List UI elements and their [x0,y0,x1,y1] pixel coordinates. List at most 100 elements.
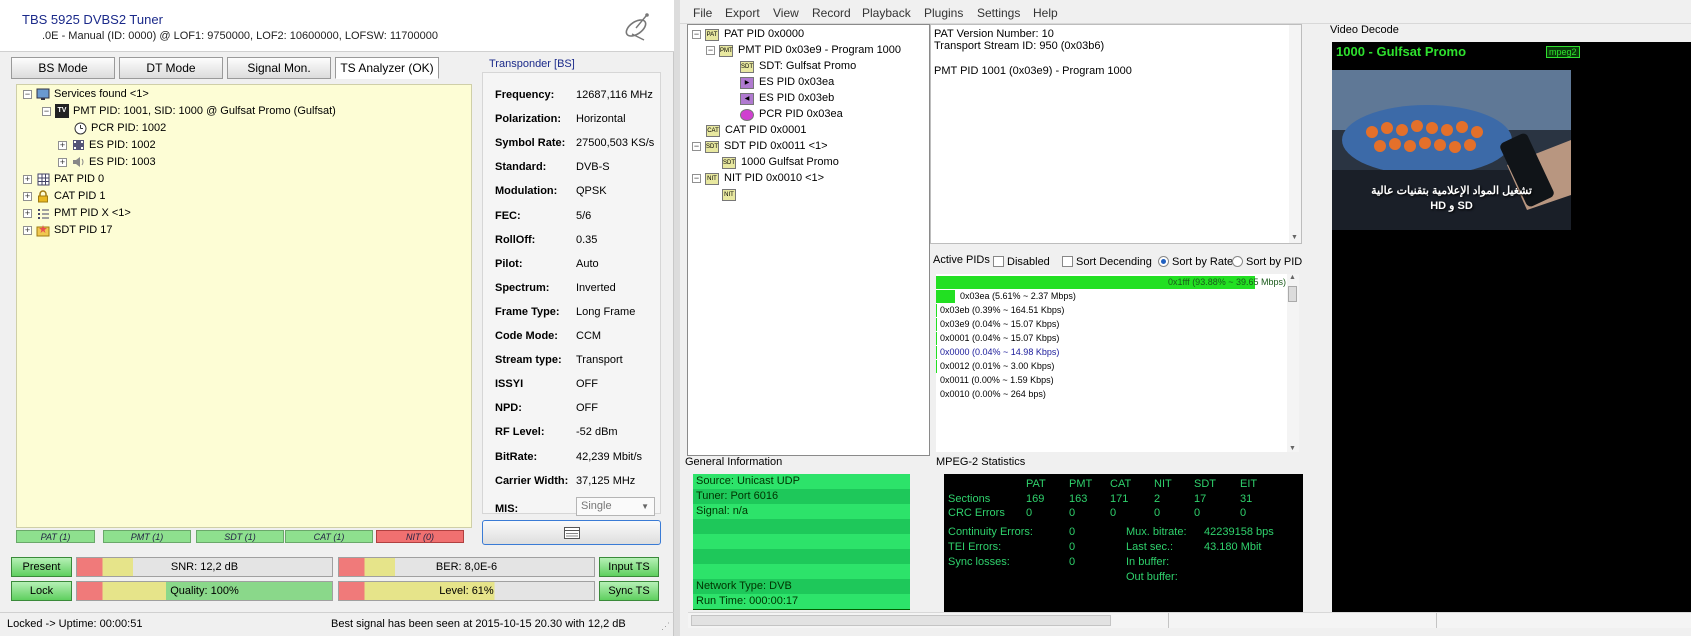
pid-tree-item[interactable]: SDT SDT: Gulfsat Promo [740,59,856,74]
menu-plugins[interactable]: Plugins [924,6,963,20]
menu-file[interactable]: File [693,6,712,20]
active-pid-row[interactable]: 0x0000 (0.04% ~ 14.98 Kbps) [940,346,1059,359]
pid-tree-item[interactable]: ▶ ES PID 0x03ea [740,75,834,90]
pid-tree-item[interactable]: − SDT SDT PID 0x0011 <1> [692,139,828,154]
collapse-icon[interactable]: − [692,142,701,151]
pid-tree-item[interactable]: − PAT PAT PID 0x0000 [692,27,804,42]
menu-view[interactable]: View [773,6,799,20]
tree-item-cat[interactable]: + CAT PID 1 [23,188,106,204]
status-best-signal: Best signal has been seen at 2015-10-15 … [331,618,626,630]
tree-item-services[interactable]: − Services found <1> [23,86,149,102]
scrollbar[interactable]: ▲ ▼ [1287,274,1299,452]
param-value: 42,239 Mbit/s [576,450,643,463]
disabled-checkbox[interactable]: Disabled [993,256,1050,268]
menu-export[interactable]: Export [725,6,760,20]
out-buffer-label: Out buffer: [1126,571,1178,583]
param-value: -52 dBm [576,426,618,439]
collapse-icon[interactable]: − [692,174,701,183]
pcr-label: PCR PID: 1002 [91,122,167,134]
pid-tree-item[interactable]: SDT 1000 Gulfsat Promo [722,155,839,170]
tab-bs-mode[interactable]: BS Mode [11,57,115,79]
active-pid-row[interactable]: 0x03e9 (0.04% ~ 15.07 Kbps) [940,318,1059,331]
expand-icon[interactable]: + [23,225,32,235]
nit-icon: NIT [705,172,719,185]
scrollbar[interactable]: ▼ [1289,25,1301,243]
pid-tree-label: NIT PID 0x0010 <1> [724,172,825,184]
pid-tree-item[interactable]: CAT CAT PID 0x0001 [706,123,807,138]
mpeg-header: PMT [1069,478,1093,490]
general-info-line [693,519,910,534]
pmt-icon: PMT [719,44,733,57]
param-key: BitRate: [495,450,538,463]
param-key: NPD: [495,402,522,415]
tei-label: TEI Errors: [948,541,1002,553]
collapse-icon[interactable]: − [706,46,715,55]
scroll-down-icon[interactable]: ▼ [1291,234,1298,241]
horizontal-scrollbar[interactable] [688,612,1691,628]
param-key: FEC: [495,209,521,222]
mpeg-value: 0 [1154,507,1161,519]
pid-tree-item[interactable]: NIT [722,187,741,202]
menu-record[interactable]: Record [812,6,851,20]
input-ts-button[interactable]: Input TS [599,557,659,577]
collapse-icon[interactable]: − [692,30,701,39]
scroll-thumb[interactable] [1288,286,1297,302]
sync-ts-button[interactable]: Sync TS [599,581,659,601]
pid-tree-item[interactable]: PCR PID 0x03ea [740,107,843,122]
param-key: Polarization: [495,113,562,126]
resize-grip-icon[interactable]: ⋰ [661,621,670,632]
active-pid-row[interactable]: 0x03ea (5.61% ~ 2.37 Mbps) [960,290,1076,303]
tree-item-es1[interactable]: + ES PID: 1002 [58,137,156,153]
panel-toggle-button[interactable] [482,520,661,545]
tab-dt-mode[interactable]: DT Mode [119,57,223,79]
tree-item-pat[interactable]: + PAT PID 0 [23,171,104,187]
menu-playback[interactable]: Playback [862,6,911,20]
active-pid-row[interactable]: 0x0010 (0.00% ~ 264 bps) [940,388,1046,401]
param-row: Standard: DVB-S [495,159,665,175]
active-pid-row[interactable]: 0x1fff (93.88% ~ 39.65 Mbps) [1168,276,1286,289]
menu-help[interactable]: Help [1033,6,1058,20]
lock-button[interactable]: Lock [11,581,72,601]
pid-tree-item[interactable]: − PMT PMT PID 0x03e9 - Program 1000 [706,43,901,58]
pat-info-panel: PAT Version Number: 10 Transport Stream … [930,24,1302,244]
tree-item-pcr[interactable]: PCR PID: 1002 [73,120,166,136]
scroll-up-icon[interactable]: ▲ [1289,274,1296,281]
collapse-icon[interactable]: − [23,89,32,99]
expand-icon[interactable]: + [23,208,32,218]
param-value: CCM [576,330,602,342]
tree-item-es2[interactable]: + ES PID: 1003 [58,154,156,170]
scroll-divider [1168,613,1169,628]
expand-icon[interactable]: + [23,174,32,184]
tree-item-pmt-service[interactable]: − TV PMT PID: 1001, SID: 1000 @ Gulfsat … [42,103,336,119]
menu-settings[interactable]: Settings [977,6,1020,20]
expand-icon[interactable]: + [58,157,67,167]
present-button[interactable]: Present [11,557,72,577]
sort-rate-radio[interactable]: Sort by Rate [1158,256,1233,268]
expand-icon[interactable]: + [23,191,32,201]
active-pid-row[interactable]: 0x0012 (0.01% ~ 3.00 Kbps) [940,360,1054,373]
collapse-icon[interactable]: − [42,106,51,116]
tree-item-sdt[interactable]: + SDT PID 17 [23,222,113,238]
disabled-label: Disabled [1007,256,1050,268]
active-pid-row[interactable]: 0x0001 (0.04% ~ 15.07 Kbps) [940,332,1059,345]
pmt-service-label: PMT PID: 1001, SID: 1000 @ Gulfsat Promo… [73,105,336,117]
tree-item-pmtx[interactable]: + PMT PID X <1> [23,205,131,221]
video-channel-name: 1000 - Gulfsat Promo [1336,44,1467,59]
scroll-down-icon[interactable]: ▼ [1289,445,1296,452]
active-pid-row[interactable]: 0x03eb (0.39% ~ 164.51 Kbps) [940,304,1064,317]
param-value: Transport [576,354,623,367]
scroll-thumb[interactable] [691,615,1111,626]
expand-icon[interactable]: + [58,140,67,150]
tab-ts-analyzer[interactable]: TS Analyzer (OK) [335,57,439,79]
mpeg-stats-title: MPEG-2 Statistics [936,456,1026,468]
pid-tree-item[interactable]: − NIT NIT PID 0x0010 <1> [692,171,824,186]
tab-signal-mon[interactable]: Signal Mon. [227,57,331,79]
pid-tree-item[interactable]: ◀ ES PID 0x03eb [740,91,834,106]
sort-desc-checkbox[interactable]: Sort Decending [1062,256,1152,268]
tei-value: 0 [1069,541,1076,553]
active-pid-row[interactable]: 0x0011 (0.00% ~ 1.59 Kbps) [940,374,1054,387]
tv-channel-icon: TV [55,104,69,118]
satellite-dish-icon [625,13,649,41]
sort-pid-radio[interactable]: Sort by PID [1232,256,1302,268]
mis-select[interactable]: Single ▼ [576,497,655,516]
